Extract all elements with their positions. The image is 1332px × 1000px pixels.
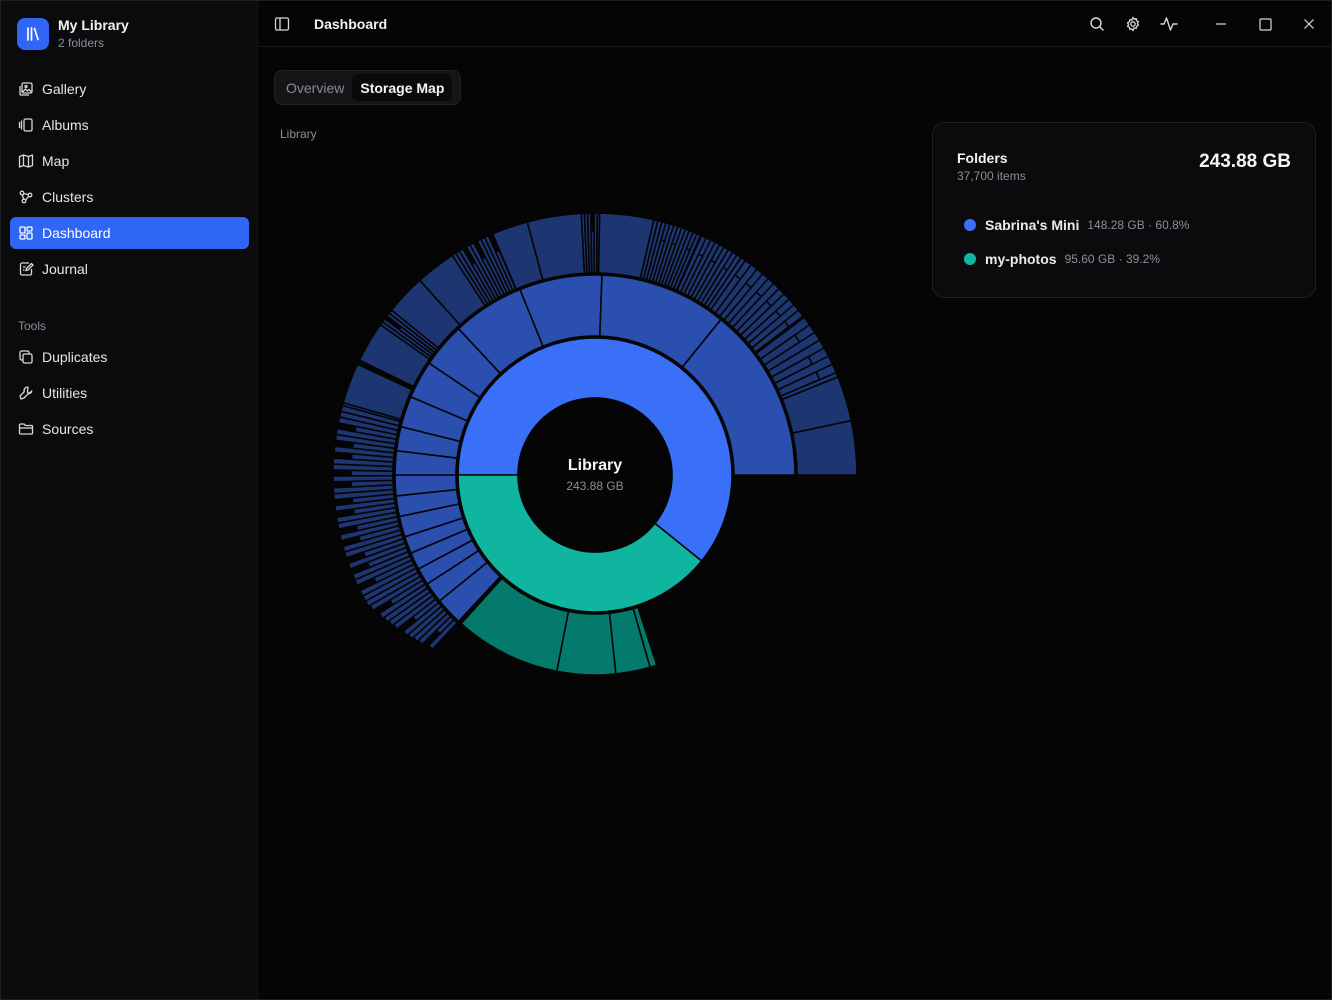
legend-item-meta: 148.28 GB · 60.8% (1087, 218, 1190, 232)
card-title: Folders (957, 150, 1008, 166)
legend-dot (964, 219, 976, 231)
app-window: My Library 2 folders Gallery Albums Map … (0, 0, 1332, 1000)
chart-center-title: Library (567, 457, 623, 474)
legend-dot (964, 253, 976, 265)
folders-card: Folders 37,700 items 243.88 GB Sabrina's… (932, 122, 1316, 298)
legend-item-meta: 95.60 GB · 39.2% (1064, 252, 1160, 266)
legend-item[interactable]: my-photos 95.60 GB · 39.2% (964, 251, 1160, 267)
sunburst-file-segment[interactable] (332, 474, 394, 483)
sunburst-file-segment[interactable] (595, 212, 601, 274)
chart-center-label[interactable]: Library 243.88 GB (519, 457, 671, 493)
card-total-size: 243.88 GB (1199, 151, 1291, 172)
chart-center-size: 243.88 GB (566, 479, 624, 493)
legend-item[interactable]: Sabrina's Mini 148.28 GB · 60.8% (964, 217, 1189, 233)
card-item-count: 37,700 items (957, 169, 1026, 183)
legend-item-name: my-photos (985, 251, 1057, 267)
legend-item-name: Sabrina's Mini (985, 217, 1080, 233)
